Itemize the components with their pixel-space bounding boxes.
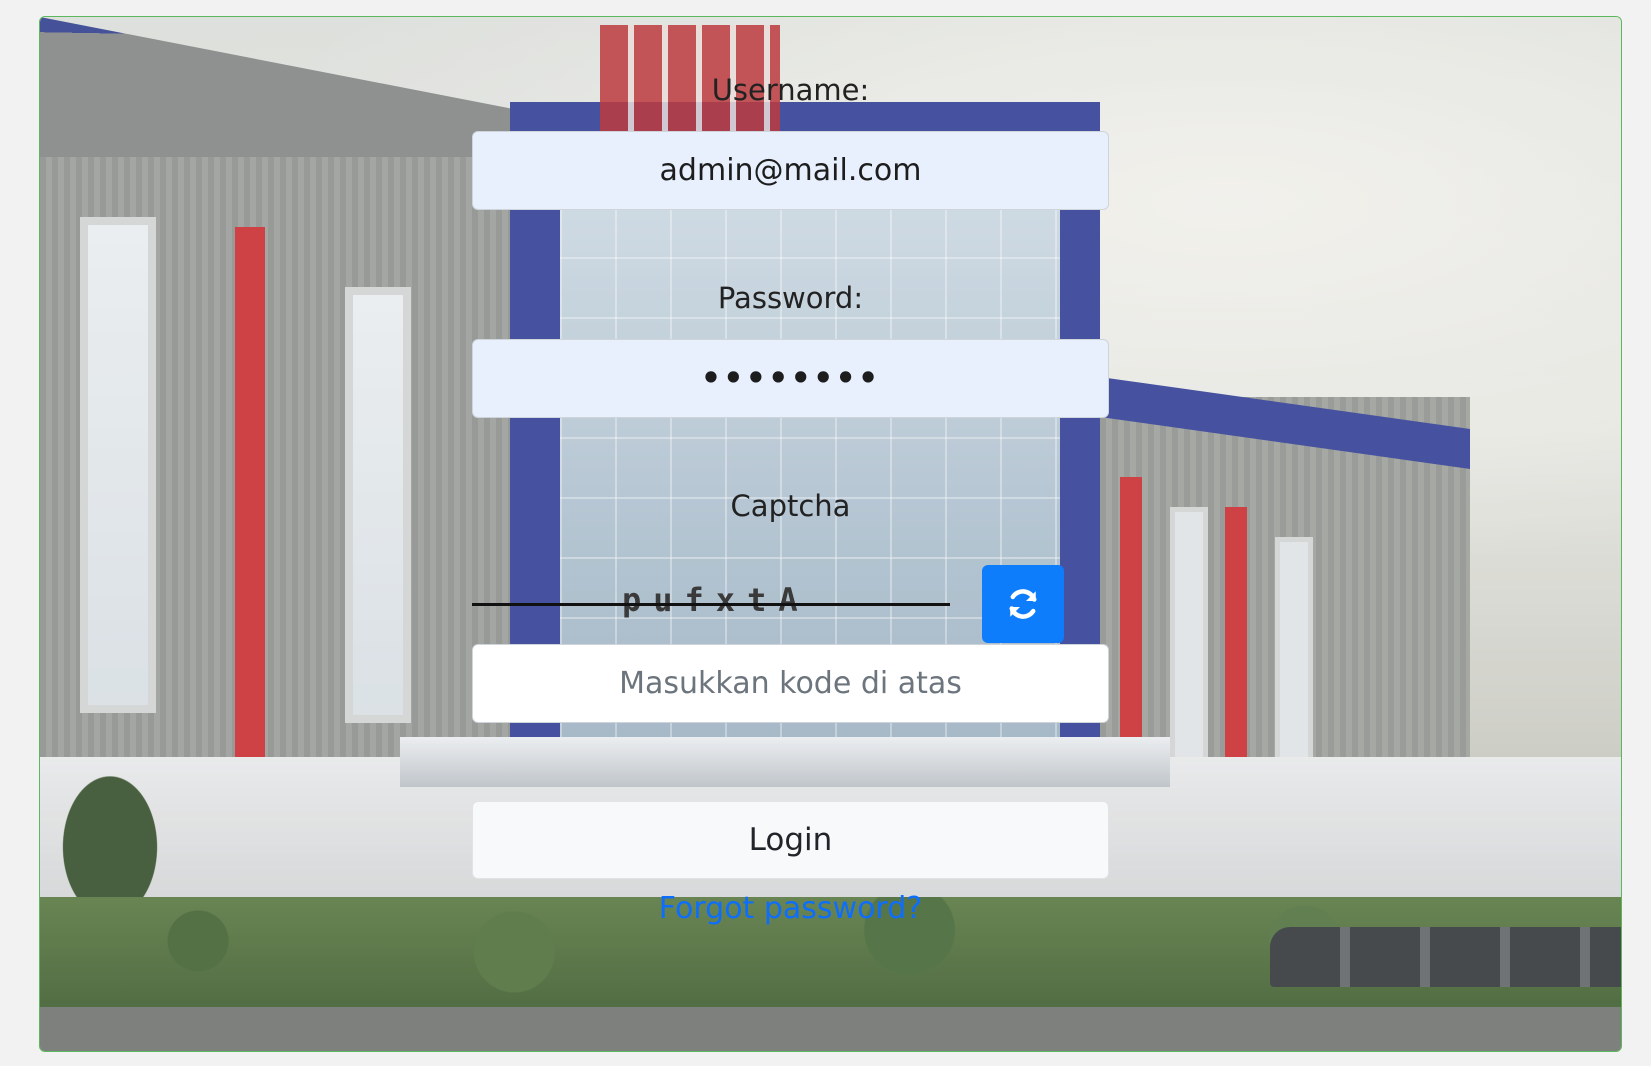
captcha-strike-line [472,603,950,606]
refresh-icon [1009,589,1037,619]
login-card: Username: Password: •••••••• Captcha puf… [39,16,1622,1052]
captcha-input[interactable] [472,644,1109,723]
login-form: Username: Password: •••••••• Captcha puf… [472,17,1109,1051]
refresh-captcha-button[interactable] [982,565,1064,643]
password-input[interactable]: •••••••• [472,339,1109,418]
forgot-password-link[interactable]: Forgot password? [472,891,1109,926]
username-label: Username: [711,73,870,107]
password-label: Password: [717,281,864,315]
captcha-image: pufxtA [472,565,950,645]
captcha-code: pufxtA [622,581,810,619]
login-button[interactable]: Login [472,801,1109,879]
username-input[interactable] [472,131,1109,210]
captcha-label: Captcha [730,489,851,523]
